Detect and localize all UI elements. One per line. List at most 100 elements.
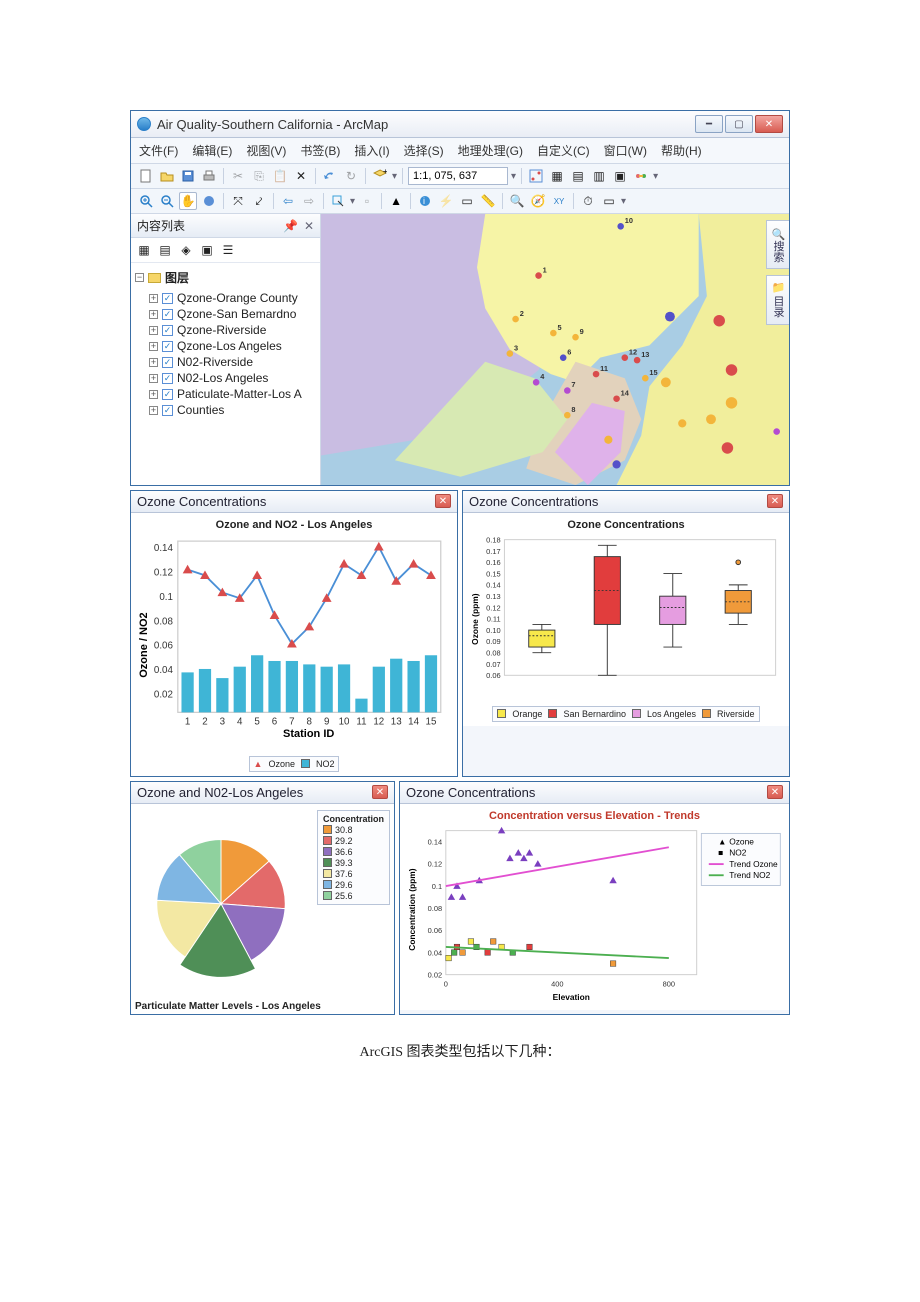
fixed-zoom-out-icon[interactable]: ⤦ — [250, 192, 268, 210]
panel-close-icon[interactable]: ✕ — [767, 494, 783, 508]
checkbox-icon[interactable]: ✓ — [162, 309, 173, 320]
panel-close-icon[interactable]: ✕ — [372, 785, 388, 799]
svg-text:8: 8 — [571, 405, 575, 414]
panel-close-icon[interactable]: ✕ — [767, 785, 783, 799]
map-canvas[interactable]: 123596471112131514810 — [321, 214, 789, 485]
delete-icon[interactable]: ✕ — [292, 167, 310, 185]
toolbox-icon[interactable]: ▦ — [548, 167, 566, 185]
close-toc-icon[interactable]: ✕ — [304, 219, 314, 233]
redo-icon[interactable]: ↻ — [342, 167, 360, 185]
layer-item[interactable]: +✓Qzone-Orange County — [135, 290, 316, 306]
checkbox-icon[interactable]: ✓ — [162, 373, 173, 384]
panel-pie: Ozone and N02-Los Angeles✕ Concentration… — [130, 781, 395, 1015]
layer-item[interactable]: +✓Qzone-Riverside — [135, 322, 316, 338]
menu-help[interactable]: 帮助(H) — [661, 142, 702, 159]
panel-close-icon[interactable]: ✕ — [435, 494, 451, 508]
clear-selection-icon[interactable]: ▫ — [358, 192, 376, 210]
close-button[interactable]: ✕ — [755, 115, 783, 133]
paste-icon[interactable]: 📋 — [271, 167, 289, 185]
copy-icon[interactable]: ⎘ — [250, 167, 268, 185]
zoom-out-icon[interactable] — [158, 192, 176, 210]
open-icon[interactable] — [158, 167, 176, 185]
identify-icon[interactable]: i — [416, 192, 434, 210]
checkbox-icon[interactable]: ✓ — [162, 341, 173, 352]
map-view[interactable]: 123596471112131514810 🔍搜索 📁目录 — [321, 214, 789, 485]
svg-text:0.1: 0.1 — [432, 882, 442, 891]
layer-item[interactable]: +✓N02-Riverside — [135, 354, 316, 370]
layer-item[interactable]: +✓Paticulate-Matter-Los A — [135, 386, 316, 402]
python-icon[interactable]: ▣ — [611, 167, 629, 185]
menu-insert[interactable]: 插入(I) — [354, 142, 389, 159]
svg-text:Trend Ozone: Trend Ozone — [729, 859, 778, 869]
svg-text:▲: ▲ — [718, 837, 726, 847]
editor-toolbar-icon[interactable] — [527, 167, 545, 185]
new-icon[interactable] — [137, 167, 155, 185]
checkbox-icon[interactable]: ✓ — [162, 389, 173, 400]
svg-text:0.08: 0.08 — [428, 904, 442, 913]
hyperlink-icon[interactable]: ⚡ — [437, 192, 455, 210]
print-icon[interactable] — [200, 167, 218, 185]
menu-edit[interactable]: 编辑(E) — [192, 142, 232, 159]
undo-icon[interactable] — [321, 167, 339, 185]
cut-icon[interactable]: ✂ — [229, 167, 247, 185]
menu-selection[interactable]: 选择(S) — [404, 142, 444, 159]
forward-icon[interactable]: ⇨ — [300, 192, 318, 210]
create-viewer-icon[interactable]: ▭ — [600, 192, 618, 210]
select-features-icon[interactable] — [329, 192, 347, 210]
svg-text:0.02: 0.02 — [428, 970, 442, 979]
find-route-icon[interactable]: 🧭 — [529, 192, 547, 210]
scatter-chart: 0.020.040.060.080.10.120.14 0400800 Elev… — [404, 826, 785, 1003]
panel-title: Ozone Concentrations — [406, 785, 535, 800]
sidetab-catalog[interactable]: 📁目录 — [766, 275, 789, 324]
menu-bookmarks[interactable]: 书签(B) — [300, 142, 340, 159]
svg-text:3: 3 — [220, 717, 225, 728]
checkbox-icon[interactable]: ✓ — [162, 357, 173, 368]
sidetab-search[interactable]: 🔍搜索 — [766, 220, 789, 269]
search-window-icon[interactable]: ▥ — [590, 167, 608, 185]
svg-text:0.14: 0.14 — [428, 837, 442, 846]
minimize-button[interactable]: ━ — [695, 115, 723, 133]
find-icon[interactable]: 🔍 — [508, 192, 526, 210]
goto-xy-icon[interactable]: XY — [550, 192, 568, 210]
fixed-zoom-in-icon[interactable]: ⤧ — [229, 192, 247, 210]
checkbox-icon[interactable]: ✓ — [162, 293, 173, 304]
back-icon[interactable]: ⇦ — [279, 192, 297, 210]
time-slider-icon[interactable]: ⏱ — [579, 192, 597, 210]
menu-file[interactable]: 文件(F) — [139, 142, 178, 159]
add-data-icon[interactable]: + — [371, 167, 389, 185]
model-builder-icon[interactable] — [632, 167, 650, 185]
select-elements-icon[interactable]: ▲ — [387, 192, 405, 210]
zoom-in-icon[interactable] — [137, 192, 155, 210]
options-icon[interactable]: ☰ — [219, 241, 237, 259]
list-by-visibility-icon[interactable]: ◈ — [177, 241, 195, 259]
pan-icon[interactable]: ✋ — [179, 192, 197, 210]
menu-geoprocessing[interactable]: 地理处理(G) — [458, 142, 523, 159]
layer-item[interactable]: +✓Counties — [135, 402, 316, 418]
collapse-icon[interactable]: − — [135, 273, 144, 282]
full-extent-icon[interactable] — [200, 192, 218, 210]
catalog-icon[interactable]: ▤ — [569, 167, 587, 185]
layer-item[interactable]: +✓Qzone-Los Angeles — [135, 338, 316, 354]
list-by-selection-icon[interactable]: ▣ — [198, 241, 216, 259]
svg-text:0.06: 0.06 — [154, 641, 173, 652]
layers-root[interactable]: 图层 — [165, 269, 189, 286]
menu-window[interactable]: 窗口(W) — [604, 142, 647, 159]
list-by-drawing-order-icon[interactable]: ▦ — [135, 241, 153, 259]
maximize-button[interactable]: ▢ — [725, 115, 753, 133]
layer-item[interactable]: +✓N02-Los Angeles — [135, 370, 316, 386]
measure-icon[interactable]: 📏 — [479, 192, 497, 210]
menu-view[interactable]: 视图(V) — [246, 142, 286, 159]
checkbox-icon[interactable]: ✓ — [162, 405, 173, 416]
pin-icon[interactable]: 📌 — [283, 219, 298, 233]
chart-legend: Orange San Bernardino Los Angeles Rivers… — [492, 706, 759, 722]
layer-item[interactable]: +✓Qzone-San Bemardno — [135, 306, 316, 322]
svg-text:0.10: 0.10 — [486, 626, 501, 635]
list-by-source-icon[interactable]: ▤ — [156, 241, 174, 259]
menu-customize[interactable]: 自定义(C) — [537, 142, 590, 159]
checkbox-icon[interactable]: ✓ — [162, 325, 173, 336]
save-icon[interactable] — [179, 167, 197, 185]
html-popup-icon[interactable]: ▭ — [458, 192, 476, 210]
svg-text:15: 15 — [426, 717, 437, 728]
map-scale-input[interactable] — [408, 167, 508, 185]
chart-title: Ozone and NO2 - Los Angeles — [135, 519, 453, 531]
